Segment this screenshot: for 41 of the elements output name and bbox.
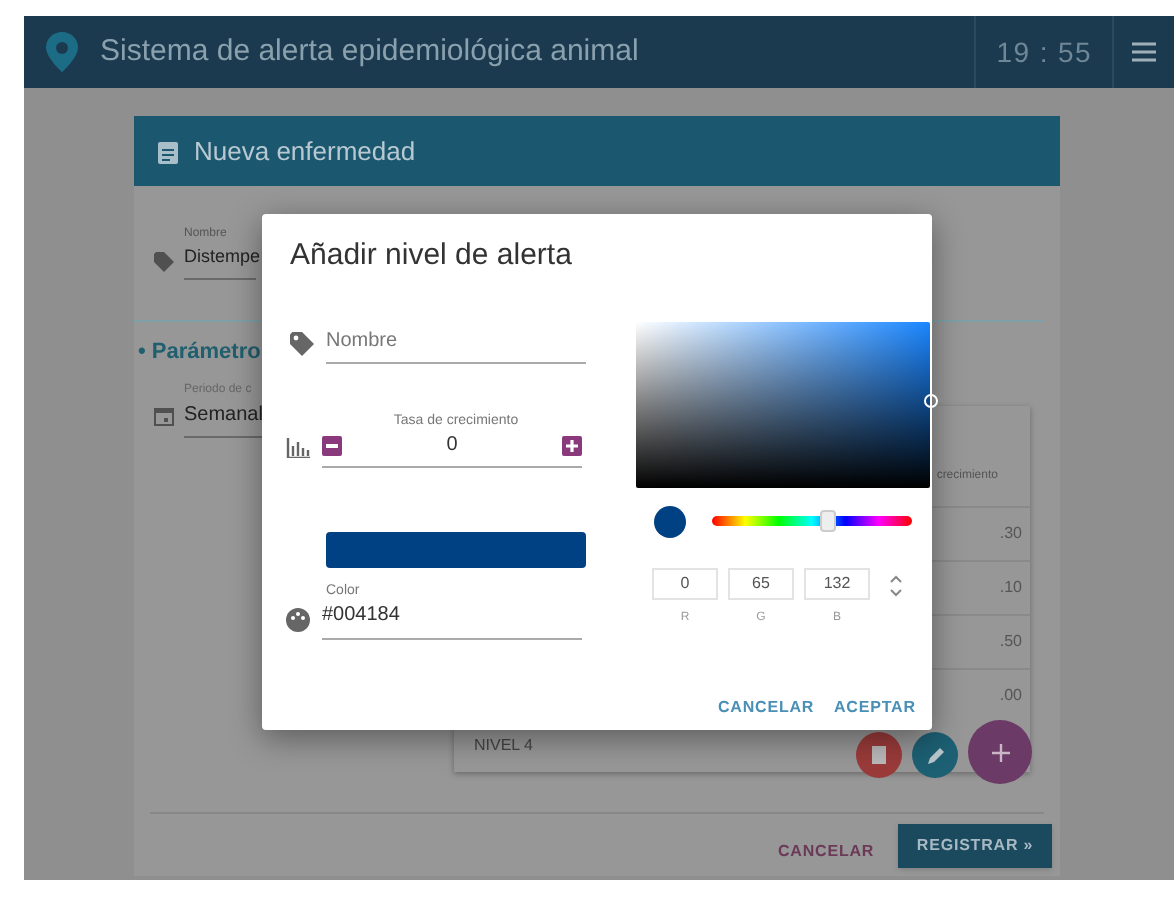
- channel-field[interactable]: 65: [728, 568, 794, 600]
- plus-button[interactable]: [562, 435, 582, 455]
- table-cell: NIVEL 4: [474, 734, 533, 758]
- bar-chart-icon: [286, 438, 310, 458]
- hue-slider-thumb[interactable]: [820, 510, 836, 532]
- tag-icon: [154, 251, 174, 271]
- cancel-button[interactable]: CANCELAR: [770, 830, 883, 874]
- card-title: Nueva enfermedad: [194, 133, 416, 170]
- plus-icon: [566, 439, 578, 451]
- palette-icon: [286, 608, 310, 632]
- name-field[interactable]: Nombre: [326, 326, 586, 364]
- dialog-title: Añadir nivel de alerta: [290, 236, 572, 276]
- channel-field[interactable]: 0: [652, 568, 718, 600]
- map-pin-icon: [46, 32, 78, 72]
- app-title: Sistema de alerta epidemiológica animal: [100, 31, 639, 72]
- tag-icon: [290, 332, 314, 356]
- color-field[interactable]: #004184: [322, 600, 582, 640]
- clipboard-icon: [158, 139, 178, 163]
- channel-field[interactable]: 132: [804, 568, 870, 600]
- rate-field[interactable]: 0: [446, 430, 458, 460]
- register-button[interactable]: REGISTRAR »: [898, 824, 1052, 868]
- plus-icon: [991, 743, 1009, 761]
- table-cell: .30: [999, 522, 1022, 546]
- cancel-button[interactable]: CANCELAR: [714, 696, 819, 720]
- accept-button[interactable]: ACEPTAR: [830, 696, 920, 720]
- table-cell: .00: [999, 684, 1022, 708]
- add-button[interactable]: [968, 720, 1032, 784]
- table-cell: .50: [999, 630, 1022, 654]
- minus-button[interactable]: [322, 435, 342, 455]
- menu-icon[interactable]: [1132, 42, 1156, 62]
- picker-cursor[interactable]: [924, 394, 938, 408]
- calendar-icon: [154, 406, 174, 426]
- minus-icon: [326, 443, 338, 447]
- spinner-arrows-icon[interactable]: [890, 574, 902, 598]
- trash-icon: [872, 746, 886, 764]
- pencil-icon: [925, 745, 945, 765]
- section-heading: • Parámetro: [138, 338, 261, 368]
- clock-time: 19 : 55: [996, 33, 1092, 71]
- table-cell: .10: [999, 576, 1022, 600]
- name-field[interactable]: Distempe: [184, 244, 256, 277]
- hue-slider[interactable]: [712, 516, 912, 526]
